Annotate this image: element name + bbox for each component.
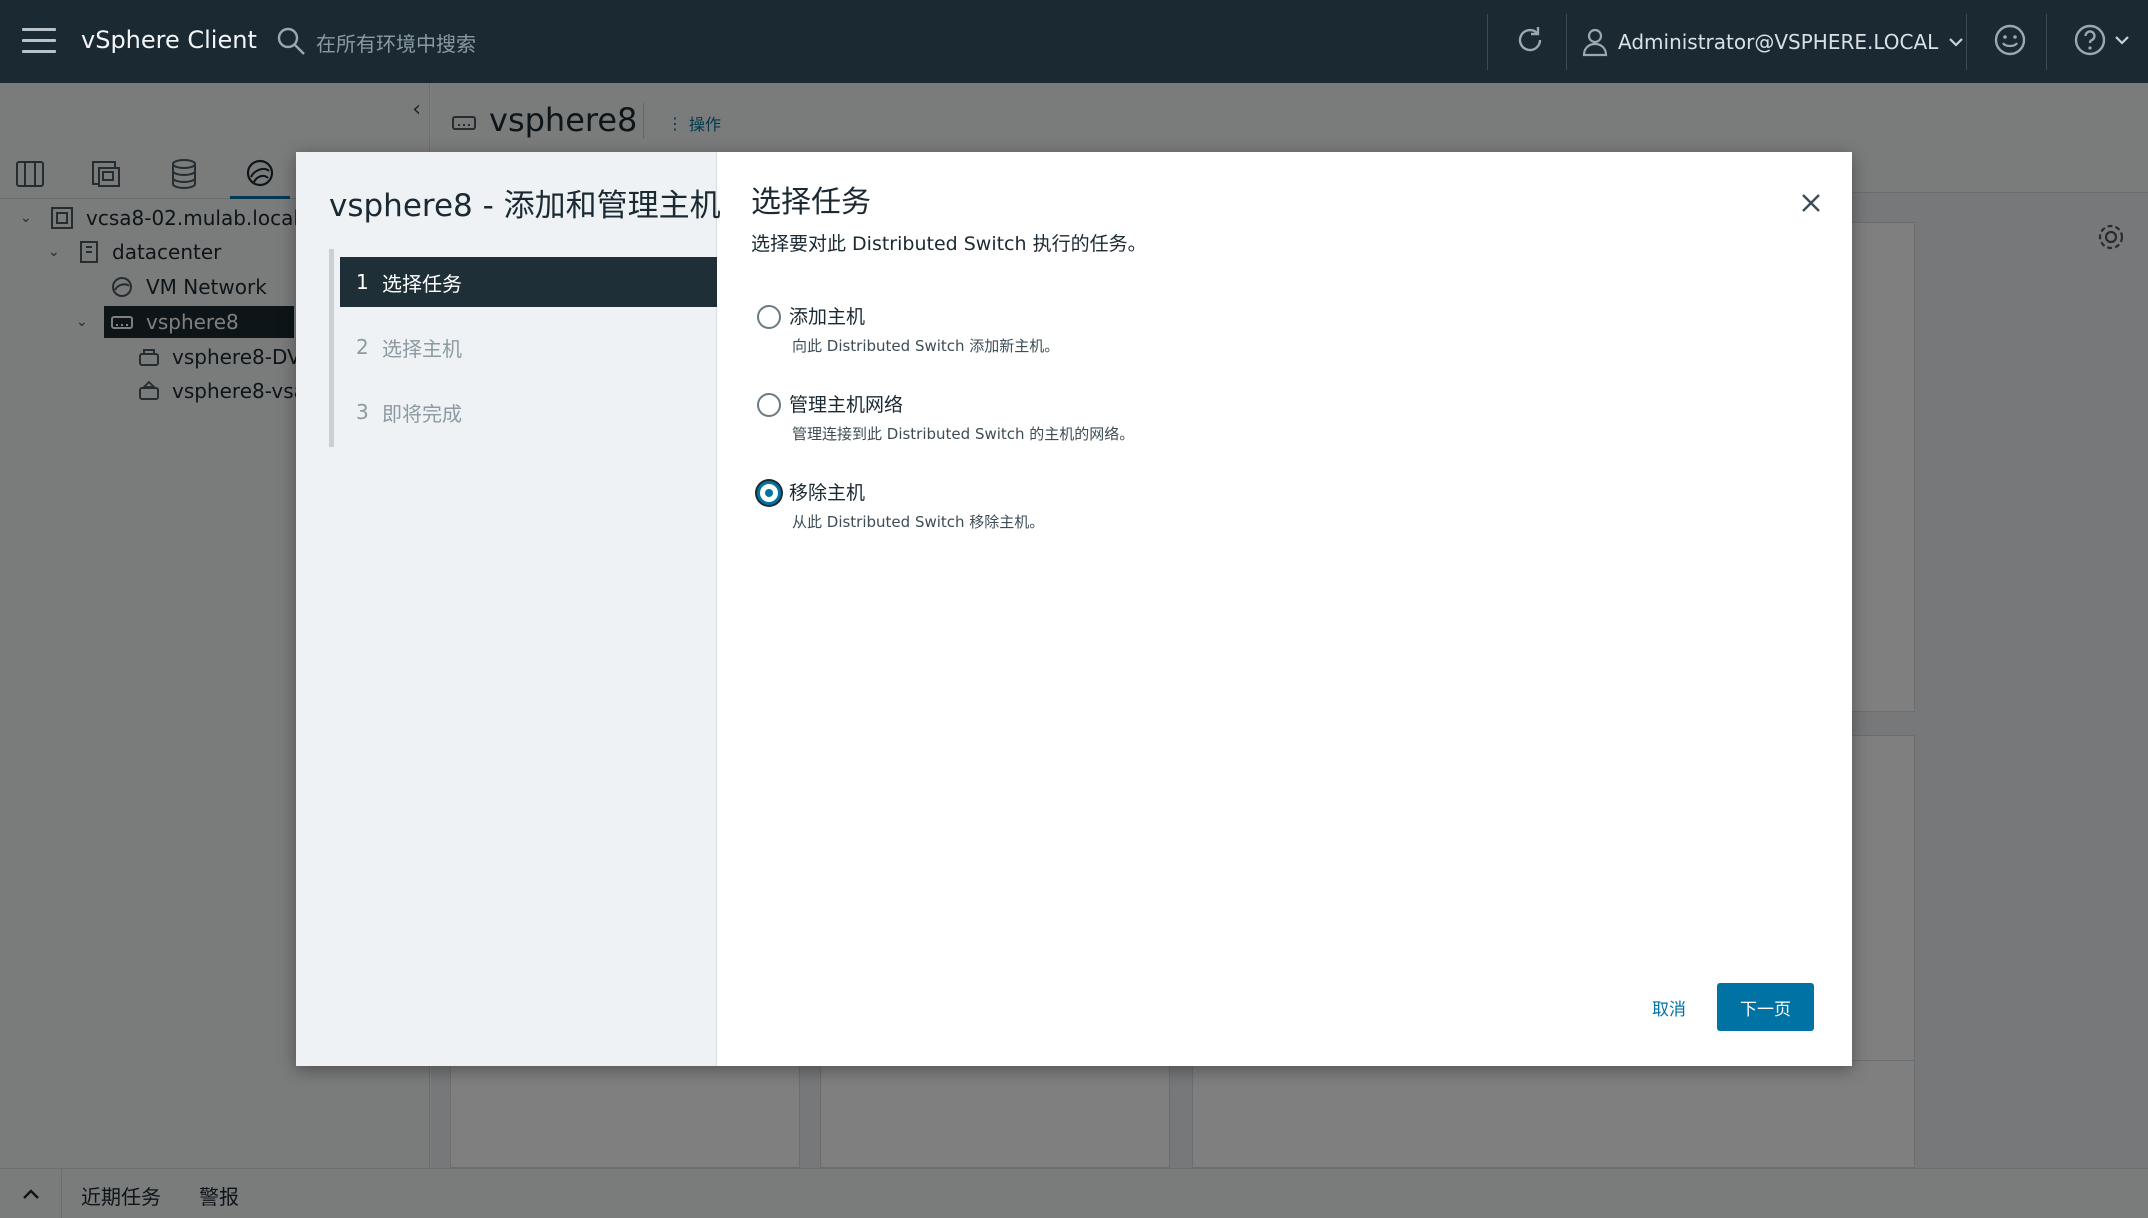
next-button[interactable]: 下一页: [1717, 983, 1814, 1031]
radio-add-hosts[interactable]: [757, 305, 781, 329]
radio-manage-host-networking[interactable]: [757, 393, 781, 417]
option-description: 向此 Distributed Switch 添加新主机。: [792, 337, 1060, 355]
user-icon: [1582, 28, 1608, 57]
global-search[interactable]: 在所有环境中搜索: [276, 22, 656, 62]
option-label: 添加主机: [789, 306, 866, 328]
step-rail: [329, 249, 334, 447]
option-description: 从此 Distributed Switch 移除主机。: [792, 513, 1045, 531]
user-label: Administrator@VSPHERE.LOCAL: [1618, 30, 1939, 54]
refresh-icon[interactable]: [1512, 22, 1548, 62]
header-divider: [2046, 14, 2047, 70]
close-icon[interactable]: [1796, 188, 1826, 218]
top-header: vSphere Client 在所有环境中搜索 Administrator@VS…: [0, 0, 2148, 83]
option-description: 管理连接到此 Distributed Switch 的主机的网络。: [792, 425, 1135, 443]
search-placeholder: 在所有环境中搜索: [316, 32, 476, 56]
menu-icon[interactable]: [22, 28, 56, 56]
wizard-step-3: 3 即将完成: [356, 400, 462, 426]
app-title: vSphere Client: [81, 26, 257, 54]
user-menu[interactable]: Administrator@VSPHERE.LOCAL: [1582, 22, 1964, 62]
chevron-down-icon: [1949, 38, 1964, 47]
radio-remove-hosts[interactable]: [757, 481, 781, 505]
wizard-sidebar: vsphere8 - 添加和管理主机 1 选择任务 2 选择主机 3 即将完成: [296, 152, 721, 1066]
wizard-title: vsphere8 - 添加和管理主机: [329, 188, 721, 224]
wizard-step-2: 2 选择主机: [356, 335, 462, 361]
wizard-step-1[interactable]: 1 选择任务: [340, 257, 717, 307]
header-divider: [1966, 14, 1967, 70]
option-label: 移除主机: [789, 482, 866, 504]
help-icon: [2074, 24, 2106, 56]
search-icon: [277, 27, 305, 55]
chevron-down-icon: [2115, 36, 2129, 45]
add-manage-hosts-wizard: vsphere8 - 添加和管理主机 1 选择任务 2 选择主机 3 即将完成 …: [296, 152, 1852, 1066]
wizard-page-title: 选择任务: [751, 185, 871, 220]
option-label: 管理主机网络: [789, 394, 904, 416]
feedback-smiley-icon[interactable]: [1992, 22, 2028, 62]
cancel-button[interactable]: 取消: [1619, 983, 1719, 1031]
header-divider: [1566, 14, 1567, 70]
wizard-page-subtitle: 选择要对此 Distributed Switch 执行的任务。: [751, 233, 1147, 255]
header-divider: [1487, 14, 1488, 70]
wizard-content: 选择任务 选择要对此 Distributed Switch 执行的任务。 添加主…: [717, 152, 1852, 1066]
help-menu[interactable]: [2072, 22, 2130, 58]
